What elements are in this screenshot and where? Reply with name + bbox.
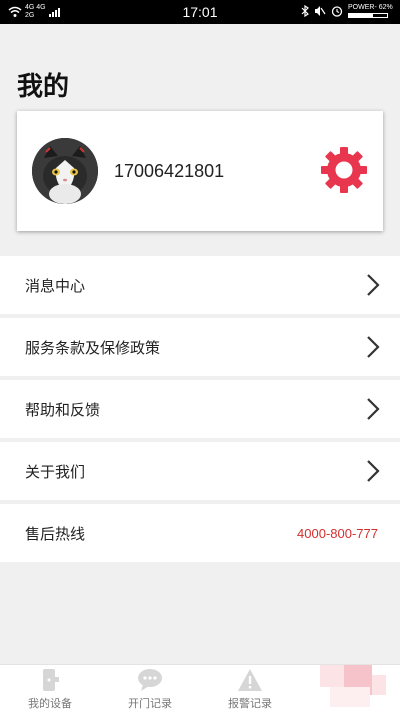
bluetooth-icon [301,5,309,17]
chevron-right-icon [367,336,380,358]
cat-avatar-image [32,138,98,204]
tab-mine[interactable] [300,665,400,712]
menu-item-terms-warranty[interactable]: 服务条款及保修政策 [0,318,400,376]
alarm-clock-icon [331,6,343,17]
settings-menu: 消息中心 服务条款及保修政策 帮助和反馈 关于我们 售后热线 4000-800-… [0,256,400,566]
battery-bar [348,13,388,18]
avatar[interactable] [32,138,98,204]
settings-gear-icon[interactable] [320,146,368,194]
menu-item-label: 关于我们 [25,462,86,481]
status-bar: 4G 4G 2G 17:01 POWER- 62% [0,0,400,24]
tab-label: 报警记录 [228,697,272,710]
menu-item-label: 消息中心 [25,276,86,295]
chevron-right-icon [367,460,380,482]
tab-label: 开门记录 [128,697,172,710]
battery-fill [349,14,373,17]
phone-number: 17006421801 [114,161,225,181]
battery-label: POWER- 62% [348,4,393,11]
chat-icon [138,669,162,691]
mute-icon [315,6,326,16]
menu-item-hotline[interactable]: 售后热线 4000-800-777 [0,504,400,562]
menu-item-about-us[interactable]: 关于我们 [0,442,400,500]
battery-indicator: POWER- 62% [348,4,394,18]
tab-door-records[interactable]: 开门记录 [100,665,200,712]
page-title: 我的 [17,72,70,102]
menu-item-help-feedback[interactable]: 帮助和反馈 [0,380,400,438]
profile-icon-part [372,675,386,695]
device-icon [43,669,59,691]
hotline-number[interactable]: 4000-800-777 [297,526,378,541]
chevron-right-icon [367,398,380,420]
menu-item-label: 帮助和反馈 [25,400,101,419]
status-right: POWER- 62% [301,4,394,18]
bottom-tab-bar: 我的设备 开门记录 报警记录 [0,664,400,712]
tab-my-devices[interactable]: 我的设备 [0,665,100,712]
tab-alarm-records[interactable]: 报警记录 [200,665,300,712]
menu-item-label: 售后热线 [25,524,86,543]
tab-label: 我的设备 [28,697,72,710]
menu-item-label: 服务条款及保修政策 [25,338,161,357]
profile-icon [320,665,344,687]
chevron-right-icon [367,274,380,296]
alarm-icon [238,669,262,691]
menu-item-message-center[interactable]: 消息中心 [0,256,400,314]
profile-card[interactable]: 17006421801 [17,111,383,231]
profile-icon-part [330,687,370,707]
